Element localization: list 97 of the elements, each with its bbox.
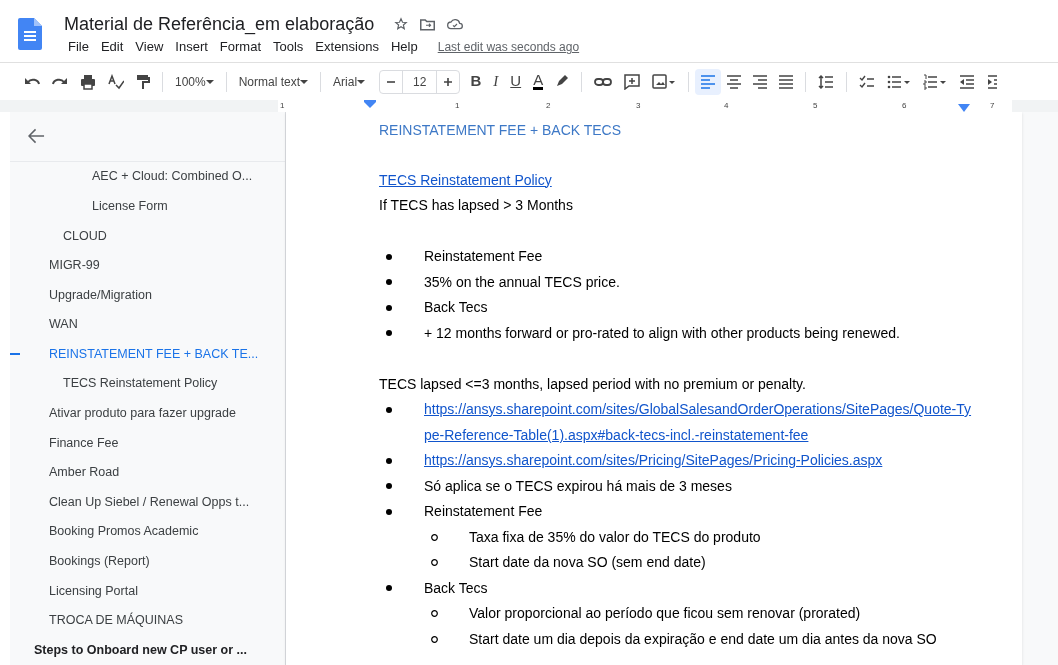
align-left-button[interactable] [695, 68, 722, 95]
bold-button[interactable]: B [470, 70, 482, 93]
ruler-number: 5 [813, 100, 818, 112]
outline-item[interactable]: MIGR-99 [49, 256, 100, 275]
font-dropdown[interactable]: Arial [327, 69, 372, 94]
numbered-list-icon[interactable] [923, 73, 948, 90]
section-heading: REINSTATEMENT FEE + BACK TECS [379, 121, 623, 140]
align-right-icon [752, 73, 769, 90]
star-icon[interactable] [394, 17, 409, 31]
outline-item[interactable]: TECS Reinstatement Policy [63, 374, 218, 394]
outline-item[interactable]: TROCA DE MÁQUINAS [49, 611, 184, 630]
hyperlink[interactable]: https://ansys.sharepoint.com/sites/Pricing/SitePages/Pricing-Policies.aspx [424, 448, 883, 474]
outline-item[interactable]: License Form [92, 196, 168, 216]
align-center-icon [726, 73, 743, 90]
outline-item[interactable]: Finance Fee [49, 433, 119, 453]
list-item-text: Reinstatement Fee [424, 502, 543, 521]
ruler-number: 6 [902, 100, 907, 112]
bullet-icon [386, 457, 392, 464]
outline-item[interactable]: Steps to Onboard new CP user or ... [34, 640, 247, 660]
outline-item[interactable]: Booking Promos Academic [49, 522, 199, 542]
menu-item[interactable]: Extensions [309, 37, 385, 57]
decrease-indent-icon[interactable] [959, 73, 976, 90]
underline-button[interactable]: U [510, 70, 522, 93]
hollow-bullet-icon [431, 559, 438, 567]
menu-item[interactable]: Format [213, 37, 267, 57]
align-justify-icon [778, 73, 795, 90]
ruler-number: 2 [546, 100, 551, 112]
menu-item[interactable]: Tools [267, 37, 310, 57]
list-item-text: Start date da nova SO (sem end date) [469, 553, 706, 572]
docs-logo-icon[interactable] [18, 18, 42, 50]
menu-item[interactable]: File [62, 37, 95, 57]
outline-item[interactable]: REINSTATEMENT FEE + BACK TE... [49, 344, 259, 364]
bullet-icon [386, 253, 392, 260]
zoom-dropdown[interactable]: 100% [169, 69, 220, 94]
paragraph: If TECS has lapsed > 3 Months [379, 196, 574, 215]
outline-item[interactable]: Licensing Portal [49, 581, 138, 601]
bullet-icon [386, 330, 392, 337]
back-arrow-icon[interactable] [28, 128, 45, 145]
line-spacing-icon[interactable] [818, 73, 835, 90]
hollow-bullet-icon [431, 610, 438, 618]
bulleted-list-icon[interactable] [887, 73, 912, 90]
list-item-text: Back Tecs [424, 298, 488, 317]
document-title[interactable]: Material de Referência_em elaboração [64, 12, 375, 36]
list-item-text: Valor proporcional ao período que ficou sem renovar (prorated) [469, 604, 861, 623]
ruler-number: 7 [990, 100, 995, 112]
list-item-text: + 12 months forward or pro-rated to align with other products being renewed. [424, 323, 900, 343]
list-item-text: Start date um dia depois da expiração e end date um dia antes da nova SO [469, 629, 937, 649]
add-comment-icon[interactable] [624, 73, 641, 90]
align-left-icon [700, 73, 717, 90]
italic-button[interactable]: I [493, 70, 499, 93]
image-icon[interactable] [652, 73, 677, 90]
outline-item[interactable]: WAN [49, 315, 78, 335]
indent-marker-icon[interactable] [364, 100, 376, 108]
list-item-text: Back Tecs [424, 578, 488, 598]
list-item-text: Reinstatement Fee [424, 247, 543, 266]
list-item-text: Taxa fixa de 35% do valor do TECS do produto [469, 527, 761, 547]
outline-item[interactable]: Clean Up Siebel / Renewal Opps t... [49, 492, 250, 512]
caret-icon [357, 79, 366, 84]
outline-item[interactable]: Amber Road [49, 463, 120, 482]
paragraph: TECS lapsed <=3 months, lapsed period with no premium or penalty. [379, 374, 807, 394]
last-edit-link[interactable]: Last edit was seconds ago [437, 38, 580, 56]
bullet-icon [386, 585, 392, 592]
spellcheck-icon[interactable] [108, 73, 124, 90]
outline-item[interactable]: Bookings (Report) [49, 552, 150, 571]
caret-icon [300, 79, 309, 84]
checklist-icon[interactable] [859, 73, 876, 90]
menu-item[interactable]: Edit [94, 37, 130, 57]
outline-item[interactable]: AEC + Cloud: Combined O... [92, 167, 253, 187]
caret-icon [205, 79, 214, 84]
style-dropdown[interactable]: Normal text [232, 69, 315, 94]
hollow-bullet-icon [431, 533, 438, 541]
menu-item[interactable]: Help [384, 37, 424, 57]
outline-item[interactable]: Upgrade/Migration [49, 285, 152, 305]
hollow-bullet-icon [431, 635, 438, 643]
bullet-icon [386, 304, 392, 311]
outline-item[interactable]: Ativar produto para fazer upgrade [49, 404, 236, 423]
paint-format-icon[interactable] [136, 73, 150, 90]
ruler-number: 3 [636, 100, 641, 112]
ruler-number: 4 [724, 100, 729, 112]
hyperlink[interactable]: TECS Reinstatement Policy [379, 171, 552, 188]
ruler[interactable]: 1 1 2 3 4 5 6 7 [278, 100, 1012, 112]
list-item-text: Só aplica se o TECS expirou há mais de 3 meses [424, 476, 732, 496]
print-icon[interactable] [80, 73, 96, 90]
ruler-number: 1 [280, 100, 285, 112]
bullet-icon [386, 483, 392, 490]
cloud-check-icon[interactable] [447, 18, 464, 30]
menu-item[interactable]: Insert [169, 37, 214, 57]
bullet-icon [386, 279, 392, 286]
ruler-number: 1 [455, 100, 460, 112]
menu-item[interactable]: View [129, 37, 170, 57]
text-color-button[interactable]: A [533, 73, 544, 90]
increase-indent-icon[interactable] [987, 73, 998, 90]
folder-icon[interactable] [420, 17, 436, 31]
bullet-icon [386, 406, 392, 413]
outline-item[interactable]: CLOUD [63, 226, 107, 246]
list-item-text: 35% on the annual TECS price. [424, 272, 620, 292]
bullet-icon [386, 508, 392, 515]
